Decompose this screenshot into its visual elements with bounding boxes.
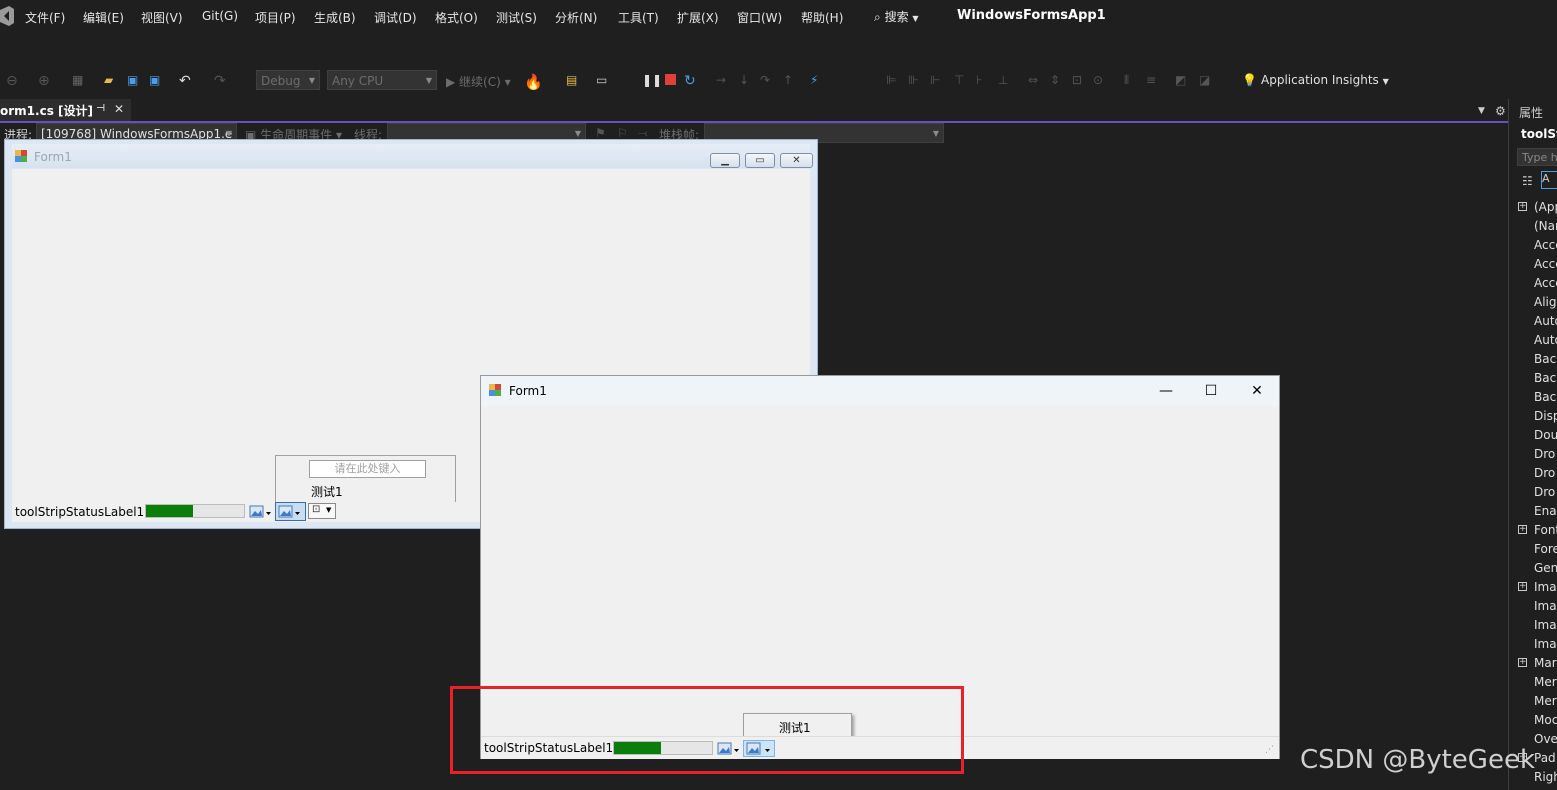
property-row[interactable]: Dou <box>1534 428 1557 442</box>
menu-debug[interactable]: 调试(D) <box>374 9 417 26</box>
menu-item-test1[interactable]: 测试1 <box>311 483 343 500</box>
property-row[interactable]: Moc <box>1534 713 1557 727</box>
chevron-down-icon: ▼ <box>932 129 939 138</box>
property-row[interactable]: Disp <box>1534 409 1557 423</box>
progress-fill <box>146 505 194 517</box>
close-icon[interactable]: ✕ <box>780 153 813 168</box>
menu-file[interactable]: 文件(F) <box>25 9 65 26</box>
visual-studio-logo-icon[interactable] <box>0 6 14 26</box>
property-row[interactable]: Dro <box>1534 447 1557 461</box>
menu-format[interactable]: 格式(O) <box>435 9 478 26</box>
type-here-input[interactable]: 请在此处键入 <box>309 460 426 478</box>
menu-test[interactable]: 测试(S) <box>496 9 537 26</box>
form-icon <box>15 150 27 162</box>
properties-search-input[interactable]: Type h <box>1517 148 1557 166</box>
property-row[interactable]: Dro <box>1534 485 1557 499</box>
property-row[interactable]: Auto <box>1534 333 1557 347</box>
property-row[interactable]: Ima <box>1534 637 1557 651</box>
property-row[interactable]: Ima <box>1534 599 1557 613</box>
dropdown-button-image-icon[interactable] <box>249 504 273 520</box>
runtime-title-bar[interactable]: Form1 — ☐ ✕ <box>481 376 1279 406</box>
minimize-icon[interactable]: ▁ <box>710 153 740 168</box>
menu-git[interactable]: Git(G) <box>202 9 238 23</box>
add-item-button[interactable]: ⊡ ▼ <box>308 503 336 519</box>
property-row[interactable]: Pad <box>1534 751 1557 765</box>
debug-location-toolbar: 进程: [109768] WindowsFormsApp1.e ▼ ▣ 生命周期事… <box>0 60 1557 143</box>
menu-bar: 文件(F) 编辑(E) 视图(V) Git(G) 项目(P) 生成(B) 调试(… <box>0 0 1557 34</box>
search-icon: ⌕ <box>874 10 881 24</box>
property-row[interactable]: Ove <box>1534 732 1557 746</box>
designer-dropdown-menu: 请在此处键入 测试1 <box>275 455 456 503</box>
property-row[interactable]: Auto <box>1534 314 1557 328</box>
property-row[interactable]: Righ <box>1534 770 1557 784</box>
pin-icon[interactable]: ⊣ <box>96 103 105 114</box>
property-row[interactable]: Mar <box>1534 656 1557 670</box>
chevron-down-icon: ▼ <box>912 14 919 23</box>
designer-form-title: Form1 <box>34 150 72 164</box>
properties-object-name: toolSt <box>1521 127 1557 141</box>
split-button-selected[interactable] <box>275 502 306 521</box>
standard-toolbar: ⊖ ⊕ ▦ ▰ ▣ ▣ ↶ ↷ Debug ▼ Any CPU ▼ ▶ 继续(C) … <box>0 34 1557 91</box>
status-label[interactable]: toolStripStatusLabel1 <box>15 505 144 519</box>
property-row[interactable]: Acce <box>1534 276 1557 290</box>
search-label: 搜索 <box>884 10 909 24</box>
property-row[interactable]: Acce <box>1534 238 1557 252</box>
search-placeholder: Type h <box>1522 151 1557 164</box>
menu-analyze[interactable]: 分析(N) <box>555 9 597 26</box>
property-row[interactable]: Dro <box>1534 466 1557 480</box>
search-button[interactable]: ⌕ 搜索 ▼ <box>874 8 919 25</box>
progress-bar[interactable] <box>145 504 245 518</box>
tab-form1-designer[interactable]: orm1.cs [设计] ⊣ ✕ <box>0 99 131 123</box>
property-row[interactable]: Ima <box>1534 618 1557 632</box>
watermark: CSDN @ByteGeek <box>1300 745 1536 775</box>
property-row[interactable]: Mer <box>1534 675 1557 689</box>
categorized-icon[interactable]: ☷ <box>1522 174 1533 188</box>
expand-icon[interactable]: + <box>1518 202 1527 211</box>
alphabetical-icon[interactable]: A <box>1541 171 1557 189</box>
properties-header: 属性 <box>1519 106 1544 120</box>
property-row[interactable]: (Nar <box>1534 219 1557 233</box>
property-row[interactable]: Acce <box>1534 257 1557 271</box>
property-row[interactable]: Back <box>1534 352 1557 366</box>
property-row[interactable]: Aligi <box>1534 295 1557 309</box>
property-row[interactable]: Mer <box>1534 694 1557 708</box>
tab-underline <box>0 121 1508 123</box>
property-row[interactable]: Gen <box>1534 561 1557 575</box>
gear-icon[interactable]: ⚙ <box>1495 104 1506 118</box>
expand-icon[interactable]: + <box>1518 658 1527 667</box>
chevron-down-icon: ▼ <box>326 506 332 514</box>
runtime-form-title: Form1 <box>509 384 547 398</box>
property-row[interactable]: Enal <box>1534 504 1557 518</box>
maximize-icon[interactable]: ☐ <box>1201 382 1221 400</box>
menu-tools[interactable]: 工具(T) <box>618 9 659 26</box>
property-row[interactable]: Back <box>1534 390 1557 404</box>
property-row[interactable]: Fore <box>1534 542 1557 556</box>
form-icon <box>489 384 501 396</box>
chevron-down-icon[interactable]: ▼ <box>1478 106 1485 116</box>
menu-project[interactable]: 项目(P) <box>255 9 296 26</box>
close-icon[interactable]: ✕ <box>114 102 124 116</box>
designer-title-bar: Form1 ▁ ▭ ✕ <box>12 144 813 168</box>
highlight-box <box>450 686 964 774</box>
menu-extensions[interactable]: 扩展(X) <box>677 9 719 26</box>
menu-view[interactable]: 视图(V) <box>141 9 183 26</box>
property-row[interactable]: (App <box>1534 200 1557 214</box>
tab-label: orm1.cs [设计] <box>0 104 93 118</box>
property-row[interactable]: Ima <box>1534 580 1557 594</box>
menu-window[interactable]: 窗口(W) <box>737 9 782 26</box>
close-icon[interactable]: ✕ <box>1247 382 1267 400</box>
maximize-icon[interactable]: ▭ <box>745 153 775 168</box>
menu-edit[interactable]: 编辑(E) <box>83 9 124 26</box>
menu-help[interactable]: 帮助(H) <box>801 9 843 26</box>
expand-icon[interactable]: + <box>1518 582 1527 591</box>
menu-build[interactable]: 生成(B) <box>314 9 356 26</box>
add-item-icon: ⊡ <box>312 504 321 515</box>
expand-icon[interactable]: + <box>1518 525 1527 534</box>
solution-title: WindowsFormsApp1 <box>957 8 1106 23</box>
property-row[interactable]: Back <box>1534 371 1557 385</box>
property-row[interactable]: Font <box>1534 523 1557 537</box>
resize-grip-icon[interactable]: ⋰ <box>1265 745 1274 755</box>
minimize-icon[interactable]: — <box>1156 382 1176 400</box>
image-icon <box>278 505 300 518</box>
